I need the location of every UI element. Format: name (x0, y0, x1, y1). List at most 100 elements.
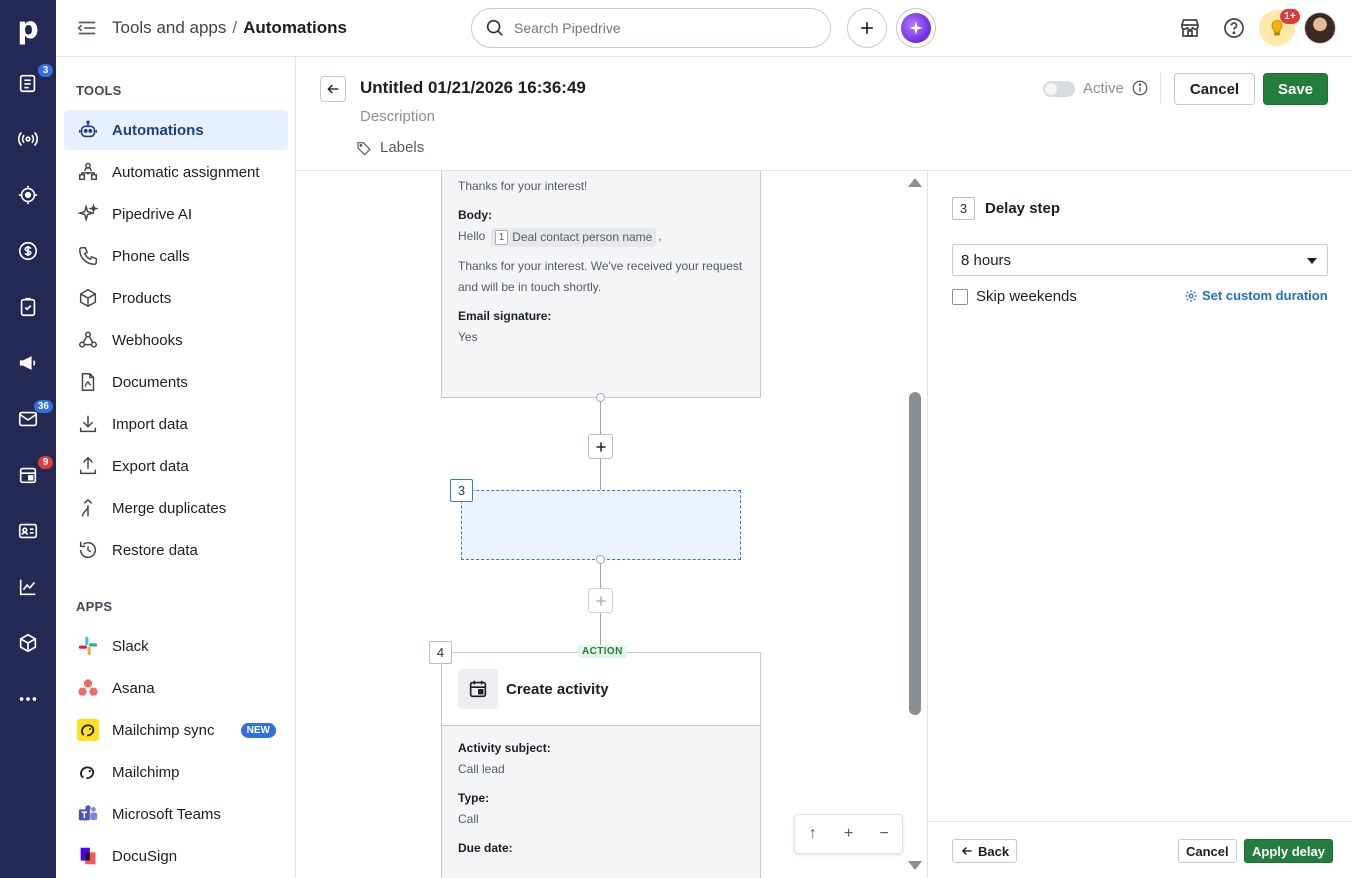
mail-badge: 36 (32, 399, 54, 414)
nav-item-automatic-assignment[interactable]: Automatic assignment (64, 152, 288, 192)
slack-icon (76, 634, 100, 658)
labels-button[interactable]: Labels (356, 139, 424, 156)
nav-item-pipedrive-ai[interactable]: Pipedrive AI (64, 194, 288, 234)
rail-deals[interactable] (0, 229, 56, 273)
scroll-down-arrow[interactable] (908, 861, 922, 870)
search-input[interactable] (514, 20, 804, 36)
import-icon (76, 412, 100, 436)
nav-item-automations[interactable]: Automations (64, 110, 288, 150)
restore-icon (76, 538, 100, 562)
rail-insights[interactable] (0, 565, 56, 609)
nav-item-mailchimp-sync[interactable]: Mailchimp sync NEW (64, 710, 288, 750)
cancel-button[interactable]: Cancel (1174, 73, 1255, 105)
scroll-thumb[interactable] (909, 392, 921, 715)
search-box[interactable] (471, 8, 831, 48)
search-icon (486, 19, 503, 36)
nav-item-mailchimp[interactable]: Mailchimp (64, 752, 288, 792)
ai-assistant-button[interactable] (896, 8, 936, 48)
rail-campaigns[interactable] (0, 341, 56, 385)
labels-label: Labels (380, 139, 425, 156)
save-button[interactable]: Save (1263, 73, 1328, 105)
leads-icon (19, 74, 36, 93)
active-toggle[interactable] (1043, 81, 1075, 97)
calendar-icon (19, 467, 37, 484)
nav-item-products[interactable]: Products (64, 278, 288, 318)
workflow-canvas[interactable]: Thanks for your interest! Body: Hello 1D… (296, 171, 906, 878)
zoom-in-icon[interactable]: + (837, 825, 859, 843)
nav-item-documents[interactable]: Documents (64, 362, 288, 402)
automation-title[interactable]: Untitled 01/21/2026 16:36:49 (360, 78, 586, 98)
header-divider (1160, 73, 1161, 103)
rail-mail[interactable]: 36 (0, 397, 56, 441)
skip-weekends-option[interactable]: Skip weekends (952, 288, 1077, 305)
nav-item-restore-data[interactable]: Restore data (64, 530, 288, 570)
nav-item-import-data[interactable]: Import data (64, 404, 288, 444)
rail-calendar[interactable]: 9 (0, 453, 56, 497)
delay-duration-select[interactable]: 8 hours (952, 244, 1328, 276)
subject-value: Thanks for your interest! (458, 179, 588, 193)
app-rail: p 3 36 9 (0, 0, 56, 878)
create-activity-card[interactable]: Create activity Activity subject: Call l… (441, 652, 761, 878)
send-email-card[interactable]: Thanks for your interest! Body: Hello 1D… (441, 171, 761, 398)
plus-icon (861, 22, 873, 34)
body-hello: Hello (458, 229, 486, 243)
scroll-up-arrow[interactable] (908, 178, 922, 187)
nav-label: Mailchimp sync (112, 721, 215, 739)
breadcrumb-separator: / (232, 18, 238, 37)
trending-chart-icon (19, 579, 36, 596)
gear-icon (1185, 289, 1197, 302)
nav-label: Mailchimp (112, 763, 180, 781)
rail-leads[interactable]: 3 (0, 61, 56, 105)
broadcast-icon (17, 131, 39, 147)
merge-icon (76, 496, 100, 520)
add-step-button[interactable] (588, 434, 613, 459)
rail-target[interactable] (0, 173, 56, 217)
arrow-left-icon (327, 84, 339, 94)
collapse-menu-icon[interactable] (76, 17, 98, 39)
marketplace-icon[interactable] (1178, 16, 1202, 40)
help-icon[interactable] (1222, 16, 1246, 40)
nav-item-asana[interactable]: Asana (64, 668, 288, 708)
teams-icon (76, 802, 100, 826)
panel-cancel-button[interactable]: Cancel (1178, 839, 1237, 863)
canvas-scrollbar[interactable] (906, 171, 927, 878)
nav-item-phone-calls[interactable]: Phone calls (64, 236, 288, 276)
breadcrumb-parent[interactable]: Tools and apps (112, 18, 226, 37)
back-button[interactable] (320, 76, 346, 102)
top-bar: Tools and apps / Automations 1+ (56, 0, 1352, 57)
rail-contacts[interactable] (0, 509, 56, 553)
delay-step-placeholder[interactable] (461, 490, 741, 560)
rail-tasks[interactable] (0, 285, 56, 329)
back-button[interactable]: Back (952, 839, 1018, 863)
connector-dot (596, 393, 605, 402)
nav-item-slack[interactable]: Slack (64, 626, 288, 666)
rail-products[interactable] (0, 621, 56, 665)
nav-item-docusign[interactable]: DocuSign (64, 836, 288, 876)
plus-icon (596, 596, 605, 605)
active-label: Active (1083, 80, 1124, 97)
action-tag: ACTION (578, 645, 627, 658)
set-custom-duration-link[interactable]: Set custom duration (1184, 288, 1328, 303)
nav-item-microsoft-teams[interactable]: Microsoft Teams (64, 794, 288, 834)
rail-deals-broadcast[interactable] (0, 117, 56, 161)
quick-add-button[interactable] (847, 8, 887, 48)
skip-weekends-checkbox[interactable] (952, 288, 968, 305)
breadcrumb: Tools and apps / Automations (112, 18, 347, 38)
description-field[interactable]: Description (360, 108, 435, 125)
automation-header: Untitled 01/21/2026 16:36:49 Description… (296, 57, 1352, 171)
nav-item-merge-duplicates[interactable]: Merge duplicates (64, 488, 288, 528)
apply-delay-button[interactable]: Apply delay (1244, 839, 1333, 863)
nav-label: Export data (112, 457, 189, 475)
add-step-button[interactable] (588, 588, 613, 613)
nav-item-webhooks[interactable]: Webhooks (64, 320, 288, 360)
assignment-icon (76, 160, 100, 184)
pipedrive-logo[interactable]: p (0, 0, 56, 56)
rail-more[interactable] (0, 677, 56, 721)
mailchimp-icon (76, 718, 100, 742)
nav-item-export-data[interactable]: Export data (64, 446, 288, 486)
user-avatar[interactable] (1304, 12, 1336, 44)
zoom-out-icon[interactable]: − (873, 825, 895, 843)
apps-heading: APPS (76, 599, 113, 614)
info-icon[interactable] (1131, 79, 1149, 97)
arrow-up-icon[interactable]: ↑ (802, 825, 824, 843)
